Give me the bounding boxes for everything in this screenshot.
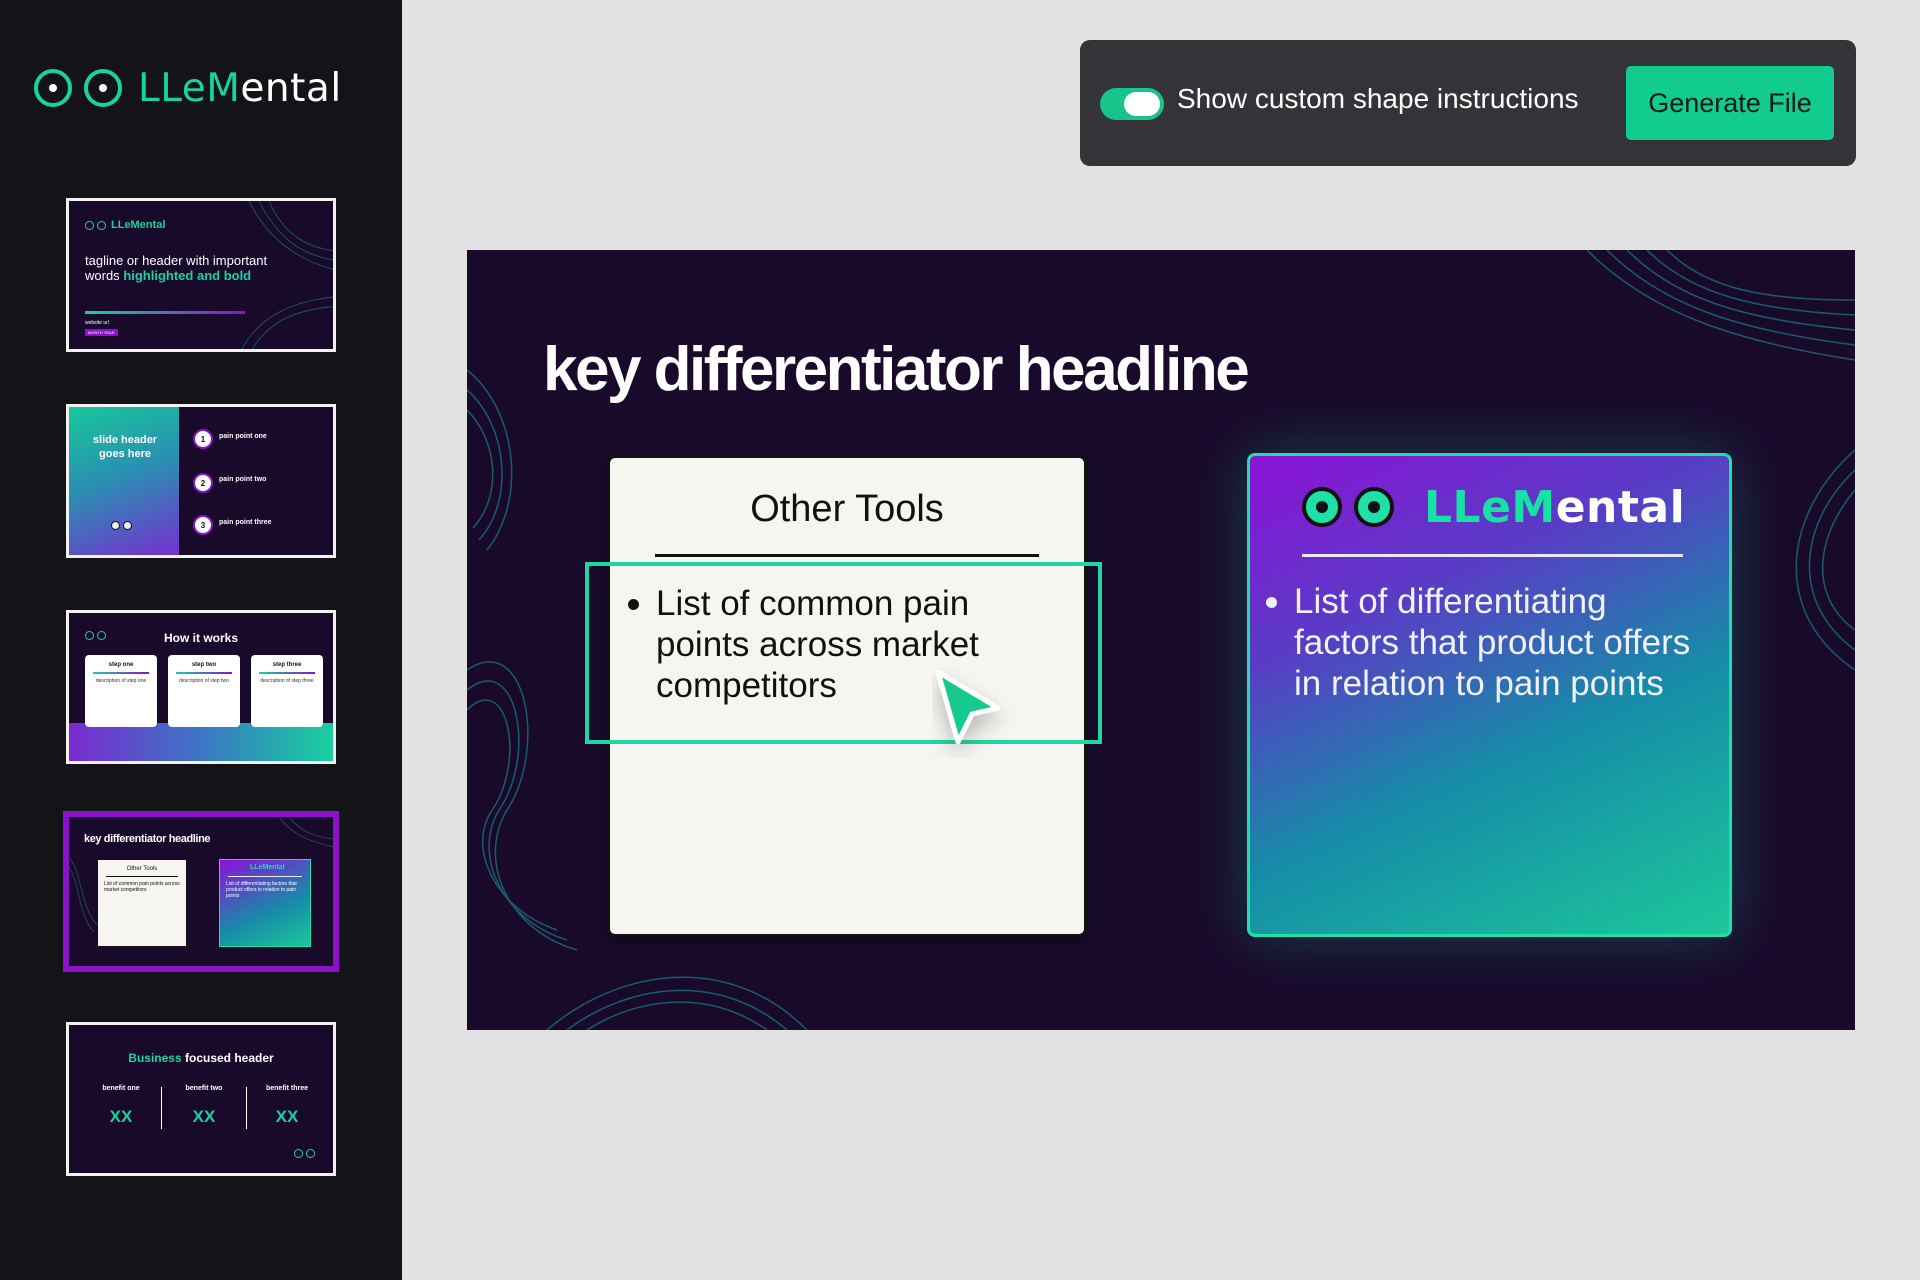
benefit-label: benefit two [185, 1085, 223, 1092]
thumb-title: How it works [163, 631, 238, 645]
thumb-card-text: List of common pain points across market… [104, 881, 180, 893]
slide-headline[interactable]: key differentiator headline [543, 334, 1250, 405]
thumb-url: website url [85, 320, 109, 326]
generate-file-button[interactable]: Generate File [1626, 66, 1834, 140]
thumb-card-title: Other Tools [126, 866, 158, 872]
bullet-icon [1266, 597, 1277, 608]
sidebar: LLeMental LLeMental tagline or header wi… [0, 0, 402, 1280]
thumb-gradient-panel [69, 407, 179, 555]
thumb-card-text: List of differentiating factors that pro… [226, 881, 297, 899]
app-name: LLeMental [138, 65, 342, 111]
thumb-header: slide header goes here [92, 434, 158, 460]
eye-icon [111, 521, 120, 530]
step-desc: description of step two [179, 678, 229, 684]
slide-canvas: key differentiator headline Other Tools … [467, 250, 1855, 1030]
card-rule [655, 554, 1039, 557]
eye-icon [97, 221, 106, 230]
app-logo: LLeMental [34, 65, 342, 111]
llemental-card[interactable]: LLeMental List of differentiating factor… [1247, 453, 1732, 937]
card-rule [1302, 554, 1683, 557]
slide-thumbnail-1[interactable]: LLeMental tagline or header with importa… [66, 198, 336, 352]
benefit-value: XX [192, 1107, 216, 1126]
benefit-label: benefit one [102, 1085, 140, 1092]
step-rule [176, 672, 232, 674]
bullet-text: List of differentiating factors that pro… [1294, 582, 1691, 703]
step-number-badge: 2 [193, 473, 213, 493]
thumb-title: key differentiator headline [84, 833, 211, 845]
benefit-value: XX [275, 1107, 299, 1126]
top-toolbar: Show custom shape instructions Generate … [1080, 40, 1856, 166]
cursor-pointer-icon [935, 669, 1001, 745]
eye-icon [123, 521, 132, 530]
step-desc: description of step three [260, 678, 314, 684]
thumb-right-card: LLeMental List of differentiating factor… [219, 859, 311, 947]
card-title: Other Tools [750, 488, 944, 530]
step-rule [93, 672, 149, 674]
step-card: step three description of step three [251, 655, 323, 727]
benefit-value: XX [109, 1107, 133, 1126]
thumb-divider [85, 311, 245, 314]
step-title: step two [191, 662, 217, 668]
eye-icon [306, 1149, 315, 1158]
thumb-card-brand: LLeMental [250, 864, 285, 871]
card-bullet: List of differentiating factors that pro… [1266, 581, 1706, 704]
step-title: step three [272, 662, 302, 668]
card-brand: LLeMental [1424, 481, 1686, 533]
slide-thumbnail-3[interactable]: How it works step one description of ste… [66, 610, 336, 764]
step-desc: description of step one [95, 678, 147, 684]
eye-icon [85, 221, 94, 230]
slide-thumbnail-4[interactable]: key differentiator headline Other Tools … [63, 811, 339, 972]
step-card: step two description of step two [168, 655, 240, 727]
thumb-brand: LLeMental [111, 219, 166, 231]
thumb-left-card: Other Tools List of common pain points a… [97, 859, 187, 947]
logo-eye-icon [34, 69, 72, 107]
step-number-badge: 1 [193, 429, 213, 449]
card-logo: LLeMental [1302, 481, 1686, 533]
thumb-tagline: tagline or header with important words h… [85, 253, 268, 283]
logo-eye-icon [1354, 487, 1394, 527]
toggle-knob [1124, 92, 1160, 116]
slide-thumbnail-2[interactable]: slide header goes here 1 pain point one … [66, 404, 336, 558]
benefit-label: benefit three [265, 1085, 308, 1092]
logo-eye-icon [84, 69, 122, 107]
thumb-card-rule [228, 876, 302, 877]
step-title: step one [108, 662, 134, 668]
selection-box[interactable] [585, 562, 1102, 744]
toggle-label: Show custom shape instructions [1177, 83, 1579, 114]
benefit-divider [161, 1087, 162, 1129]
thumb-point: pain point three [219, 519, 272, 526]
step-rule [259, 672, 315, 674]
logo-eye-icon [1302, 487, 1342, 527]
slide-thumbnail-5[interactable]: Business focused header benefit one XX b… [66, 1022, 336, 1176]
thumb-card-rule [106, 876, 178, 877]
step-card: step one description of step one [85, 655, 157, 727]
step-number-badge: 3 [193, 515, 213, 535]
thumb-point: pain point one [219, 433, 267, 440]
eye-icon [294, 1149, 303, 1158]
thumb-title: Business focused header [128, 1051, 274, 1065]
thumb-gradient-band [69, 723, 333, 761]
custom-shape-toggle[interactable] [1100, 88, 1164, 120]
thumb-date: MONTH YEAR [85, 329, 118, 336]
thumb-point: pain point two [219, 476, 267, 483]
